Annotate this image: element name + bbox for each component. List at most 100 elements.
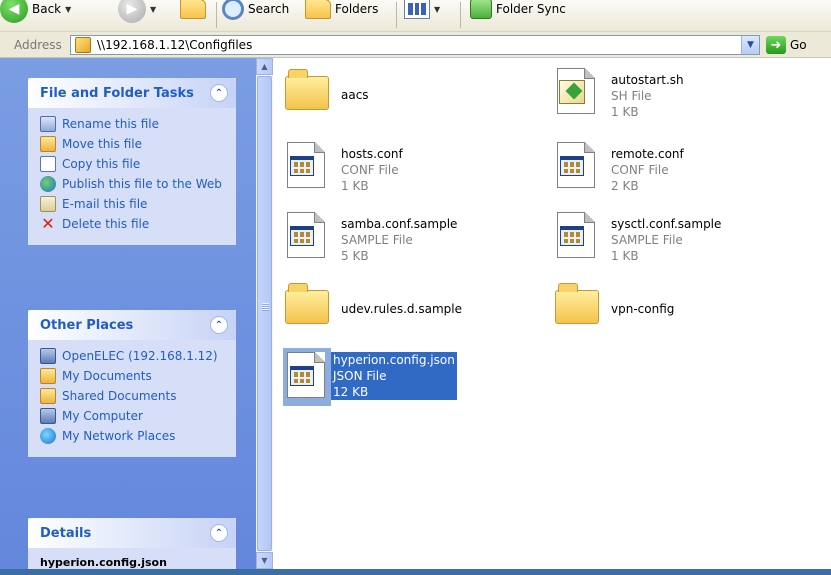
file-type: JSON File xyxy=(333,369,387,383)
details-header[interactable]: Details ⌃ xyxy=(28,518,236,548)
network-places-icon xyxy=(40,428,56,444)
forward-arrow-icon: ▶ xyxy=(118,0,146,23)
email-icon xyxy=(40,196,56,212)
place-label: My Documents xyxy=(62,369,152,383)
folders-button[interactable]: Folders xyxy=(305,0,378,26)
copy-icon xyxy=(40,156,56,172)
config-file-icon xyxy=(283,212,331,260)
details-filename: hyperion.config.json xyxy=(40,556,167,569)
task-label: E-mail this file xyxy=(62,197,148,211)
file-type: CONF File xyxy=(341,163,399,177)
file-name: hyperion.config.json xyxy=(333,353,455,367)
views-button[interactable]: ▼ xyxy=(404,0,440,26)
move-file-link[interactable]: Move this file xyxy=(40,136,226,152)
file-size: 1 KB xyxy=(341,179,369,193)
file-name: hosts.conf xyxy=(341,147,403,161)
network-computer-icon xyxy=(40,348,56,364)
config-file-icon xyxy=(283,142,331,190)
task-label: Rename this file xyxy=(62,117,160,131)
file-list: aacs autostart.sh SH File 1 KB hosts.con… xyxy=(273,58,831,569)
up-folder-button[interactable] xyxy=(180,0,206,26)
file-name: samba.conf.sample xyxy=(341,217,458,231)
move-icon xyxy=(40,136,56,152)
place-label: My Computer xyxy=(62,409,143,423)
toolbar-separator xyxy=(460,2,461,28)
place-my-documents-link[interactable]: My Documents xyxy=(40,368,226,384)
publish-file-link[interactable]: Publish this file to the Web xyxy=(40,176,226,192)
task-label: Publish this file to the Web xyxy=(62,177,222,191)
file-size: 12 KB xyxy=(333,385,369,399)
scroll-thumb[interactable] xyxy=(257,76,272,551)
folder-icon xyxy=(283,282,331,330)
file-item-samba-conf-sample[interactable]: samba.conf.sample SAMPLE File 5 KB xyxy=(283,212,457,264)
folder-icon xyxy=(553,282,601,330)
other-places-panel: Other Places ⌃ OpenELEC (192.168.1.12) M… xyxy=(28,310,236,457)
search-button[interactable]: Search xyxy=(222,0,289,26)
file-folder-tasks-panel: File and Folder Tasks ⌃ Rename this file… xyxy=(28,78,236,245)
back-dropdown-icon[interactable]: ▼ xyxy=(65,5,71,14)
file-type: CONF File xyxy=(611,163,669,177)
folder-sync-icon xyxy=(470,0,492,19)
file-size: 1 KB xyxy=(611,105,639,119)
folders-icon xyxy=(305,0,331,19)
file-name: sysctl.conf.sample xyxy=(611,217,722,231)
forward-dropdown-icon[interactable]: ▼ xyxy=(150,5,156,14)
place-my-computer-link[interactable]: My Computer xyxy=(40,408,226,424)
rename-file-link[interactable]: Rename this file xyxy=(40,116,226,132)
window-bottom-border xyxy=(0,569,831,575)
back-label: Back xyxy=(32,2,62,16)
delete-file-link[interactable]: ✕ Delete this file xyxy=(40,214,226,233)
folder-sync-label: Folder Sync xyxy=(496,2,566,16)
scroll-up-arrow-icon[interactable]: ▲ xyxy=(256,58,273,75)
scroll-down-arrow-icon[interactable]: ▼ xyxy=(256,552,273,569)
collapse-chevron-icon[interactable]: ⌃ xyxy=(210,316,228,334)
file-size: 2 KB xyxy=(611,179,639,193)
collapse-chevron-icon[interactable]: ⌃ xyxy=(210,524,228,542)
folder-up-icon xyxy=(180,0,206,19)
file-folder-tasks-header[interactable]: File and Folder Tasks ⌃ xyxy=(28,78,236,108)
grip-icon xyxy=(262,303,269,311)
panel-title: Other Places xyxy=(40,317,134,333)
file-name: vpn-config xyxy=(611,302,675,316)
folder-icon xyxy=(40,368,56,384)
file-item-sysctl-conf-sample[interactable]: sysctl.conf.sample SAMPLE File 1 KB xyxy=(553,212,721,264)
forward-button[interactable]: ▶ ▼ xyxy=(118,0,156,26)
panel-title: Details xyxy=(40,525,92,541)
file-item-vpn-config[interactable]: vpn-config xyxy=(553,282,674,330)
address-dropdown-icon[interactable]: ▼ xyxy=(741,36,759,54)
folder-sync-button[interactable]: Folder Sync xyxy=(470,0,566,26)
file-size: 5 KB xyxy=(341,249,369,263)
other-places-header[interactable]: Other Places ⌃ xyxy=(28,310,236,340)
folder-icon xyxy=(283,68,331,116)
file-item-remote-conf[interactable]: remote.conf CONF File 2 KB xyxy=(553,142,684,194)
go-label: Go xyxy=(790,38,807,52)
views-dropdown-icon[interactable]: ▼ xyxy=(434,5,440,14)
address-input[interactable]: \\192.168.1.12\Configfiles ▼ xyxy=(70,35,760,55)
file-item-hyperion-config[interactable]: hyperion.config.json JSON File 12 KB xyxy=(283,348,457,406)
network-folder-icon xyxy=(75,37,91,53)
toolbar-separator xyxy=(396,2,397,28)
search-icon xyxy=(222,0,244,20)
file-item-hosts-conf[interactable]: hosts.conf CONF File 1 KB xyxy=(283,142,403,194)
file-item-aacs[interactable]: aacs xyxy=(283,68,369,116)
place-my-network-places-link[interactable]: My Network Places xyxy=(40,428,226,444)
address-bar: Address \\192.168.1.12\Configfiles ▼ ➜ G… xyxy=(0,32,831,58)
task-pane: File and Folder Tasks ⌃ Rename this file… xyxy=(0,58,256,569)
details-panel: Details ⌃ hyperion.config.json xyxy=(28,518,236,569)
folder-icon xyxy=(40,388,56,404)
place-shared-documents-link[interactable]: Shared Documents xyxy=(40,388,226,404)
collapse-chevron-icon[interactable]: ⌃ xyxy=(210,84,228,102)
file-item-udev-rules[interactable]: udev.rules.d.sample xyxy=(283,282,462,330)
back-button[interactable]: ◀ Back ▼ xyxy=(0,0,71,26)
toolbar: ◀ Back ▼ ▶ ▼ Search Folders ▼ Folder Syn… xyxy=(0,0,831,32)
task-label: Delete this file xyxy=(62,217,150,231)
go-button[interactable]: ➜ Go xyxy=(766,36,807,54)
file-name: remote.conf xyxy=(611,147,684,161)
task-pane-scrollbar[interactable]: ▲ ▼ xyxy=(256,58,273,569)
rename-icon xyxy=(40,116,56,132)
file-item-autostart[interactable]: autostart.sh SH File 1 KB xyxy=(553,68,684,120)
copy-file-link[interactable]: Copy this file xyxy=(40,156,226,172)
place-openelec-link[interactable]: OpenELEC (192.168.1.12) xyxy=(40,348,226,364)
delete-icon: ✕ xyxy=(41,214,55,233)
email-file-link[interactable]: E-mail this file xyxy=(40,196,226,212)
